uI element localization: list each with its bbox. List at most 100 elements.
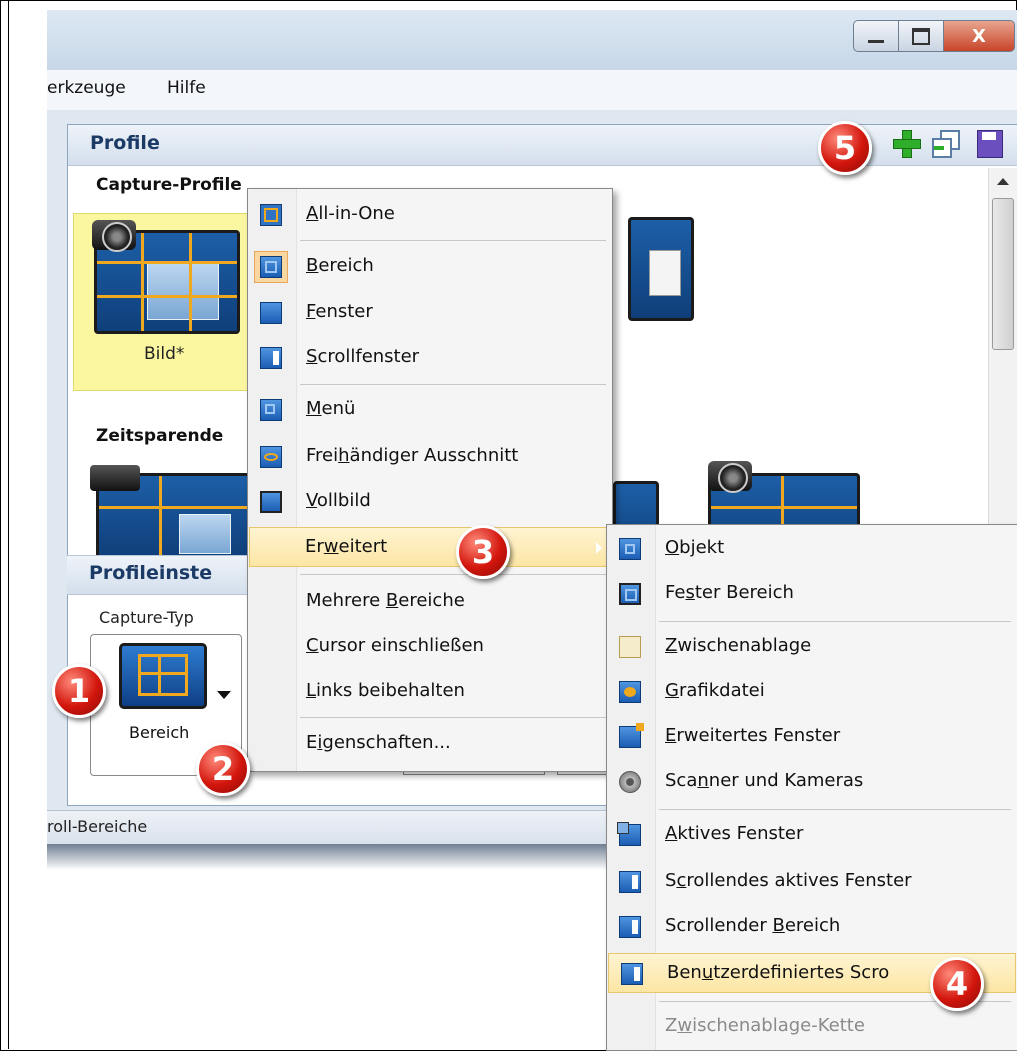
menu-item-label: Vollbild [306,490,371,511]
submenu-item-scrolling-active-window[interactable]: Scrollendes aktives Fenster [607,862,1017,902]
menu-item-fullscreen[interactable]: Vollbild [248,482,612,522]
active-window-icon [617,822,641,846]
menu-item-menu[interactable]: Menü [248,390,612,430]
fullscreen-icon [260,491,282,513]
window-controls: X [853,20,1017,52]
camera-icon [92,220,136,252]
callout-5: 5 [818,121,872,175]
scrolling-region-icon [619,916,641,938]
profile-panel-title: Profile [90,132,160,154]
extended-window-icon [619,723,644,748]
menu-tools[interactable]: erkzeuge [47,78,126,98]
freehand-icon [260,446,282,468]
menu-help[interactable]: Hilfe [167,78,206,98]
menu-item-multiple-regions[interactable]: Mehrere Bereiche [248,582,612,622]
menu-item-freehand[interactable]: Freihändiger Ausschnitt [248,437,612,477]
menu-item-advanced[interactable]: Erweitert [249,527,611,567]
menu-separator [300,240,606,241]
menu-item-label: Fenster [306,301,373,322]
menu-item-label: Links beibehalten [306,680,465,701]
video-camera-icon [90,465,140,491]
menu-item-label: Freihändiger Ausschnitt [306,445,519,466]
menu-separator [300,717,606,718]
time-saving-label: Zeitsparende [96,426,224,446]
webcam-icon [619,771,641,793]
submenu-item-label: Fester Bereich [665,582,794,603]
capture-type-value: Bereich [129,723,190,742]
submenu-item-fixed-region[interactable]: Fester Bereich [607,574,1017,614]
close-button[interactable]: X [944,20,1015,52]
clipboard-icon [619,636,641,658]
callout-2: 2 [196,742,250,796]
profile-panel-header: Profile [68,125,1017,166]
menu-item-label: Bereich [306,255,374,276]
menu-item-label: Scrollfenster [306,346,420,367]
all-in-one-icon [260,204,282,226]
submenu-item-image-file[interactable]: Grafikdatei [607,672,1017,712]
menu-item-label: Cursor einschließen [306,635,484,656]
submenu-item-label: Zwischenablage-Kette [665,1015,865,1036]
menu-item-region[interactable]: Bereich [248,247,612,287]
scroll-up-arrow-icon[interactable] [997,178,1009,185]
window-icon [260,302,282,324]
camera-icon-2 [708,461,752,493]
submenu-item-label: Scrollendes aktives Fenster [665,870,912,891]
menu-item-scrolling-window[interactable]: Scrollfenster [248,338,612,378]
add-profile-icon[interactable] [893,130,921,158]
region-capture-icon [119,643,207,709]
menu-item-label: Eigenschaften... [306,732,451,753]
callout-1: 1 [52,664,106,718]
submenu-item-clipboard[interactable]: Zwischenablage [607,627,1017,667]
submenu-item-scanner[interactable]: Scanner und Kameras [607,762,1017,802]
submenu-item-scrolling-region[interactable]: Scrollender Bereich [607,907,1017,947]
menu-item-label: Erweitert [305,536,388,557]
menu-item-all-in-one[interactable]: All-in-One [248,195,612,235]
maximize-icon [912,27,930,45]
submenu-item-clipboard-chain: Zwischenablage-Kette [607,1007,1017,1047]
profile-thumbnail-2[interactable] [628,217,694,321]
menu-separator [659,809,1011,810]
menu-item-label: Menü [306,398,356,419]
scrolling-window-icon [260,347,282,369]
minimize-icon [868,39,884,43]
callout-4: 4 [930,957,984,1011]
submenu-arrow-icon [596,542,602,554]
custom-scroll-icon [621,963,643,985]
menu-item-keep-links[interactable]: Links beibehalten [248,672,612,712]
submenu-item-label: Benutzerdefiniertes Scro [667,962,890,983]
menu-separator [300,574,606,575]
region-icon [260,256,282,278]
copy-profile-icon[interactable] [932,130,960,158]
submenu-item-label: Aktives Fenster [665,823,804,844]
save-profile-icon[interactable] [977,130,1003,158]
menu-item-properties[interactable]: Eigenschaften... [248,724,612,764]
minimize-button[interactable] [853,20,899,52]
menu-bar: erkzeuge Hilfe [47,70,1017,111]
submenu-item-label: Objekt [665,537,725,558]
scrollbar-thumb[interactable] [992,198,1014,350]
title-bar: X [47,10,1017,71]
object-icon [619,538,641,560]
menu-item-window[interactable]: Fenster [248,293,612,333]
border-line [8,0,9,1049]
capture-type-label: Capture-Typ [99,608,194,627]
dropdown-arrow-icon[interactable] [217,691,231,699]
profile-card-label: Bild* [144,344,185,364]
menu-item-include-cursor[interactable]: Cursor einschließen [248,627,612,667]
scrolling-active-window-icon [619,871,641,893]
maximize-button[interactable] [899,20,944,52]
submenu-item-label: Scanner und Kameras [665,770,864,791]
submenu-item-label: Scrollender Bereich [665,915,841,936]
close-icon: X [972,25,986,47]
status-text: roll-Bereiche [47,817,148,836]
menu-separator [300,384,606,385]
submenu-item-extended-window[interactable]: Erweitertes Fenster [607,717,1017,757]
capture-profiles-label: Capture-Profile [96,175,242,195]
submenu-item-object[interactable]: Objekt [607,529,1017,569]
callout-3: 3 [456,525,510,579]
profile-card-selected[interactable]: Bild* [73,213,255,391]
menu-item-label: All-in-One [306,203,395,224]
submenu-item-label: Erweitertes Fenster [665,725,841,746]
menu-icon [260,399,282,421]
submenu-item-active-window[interactable]: Aktives Fenster [607,815,1017,855]
